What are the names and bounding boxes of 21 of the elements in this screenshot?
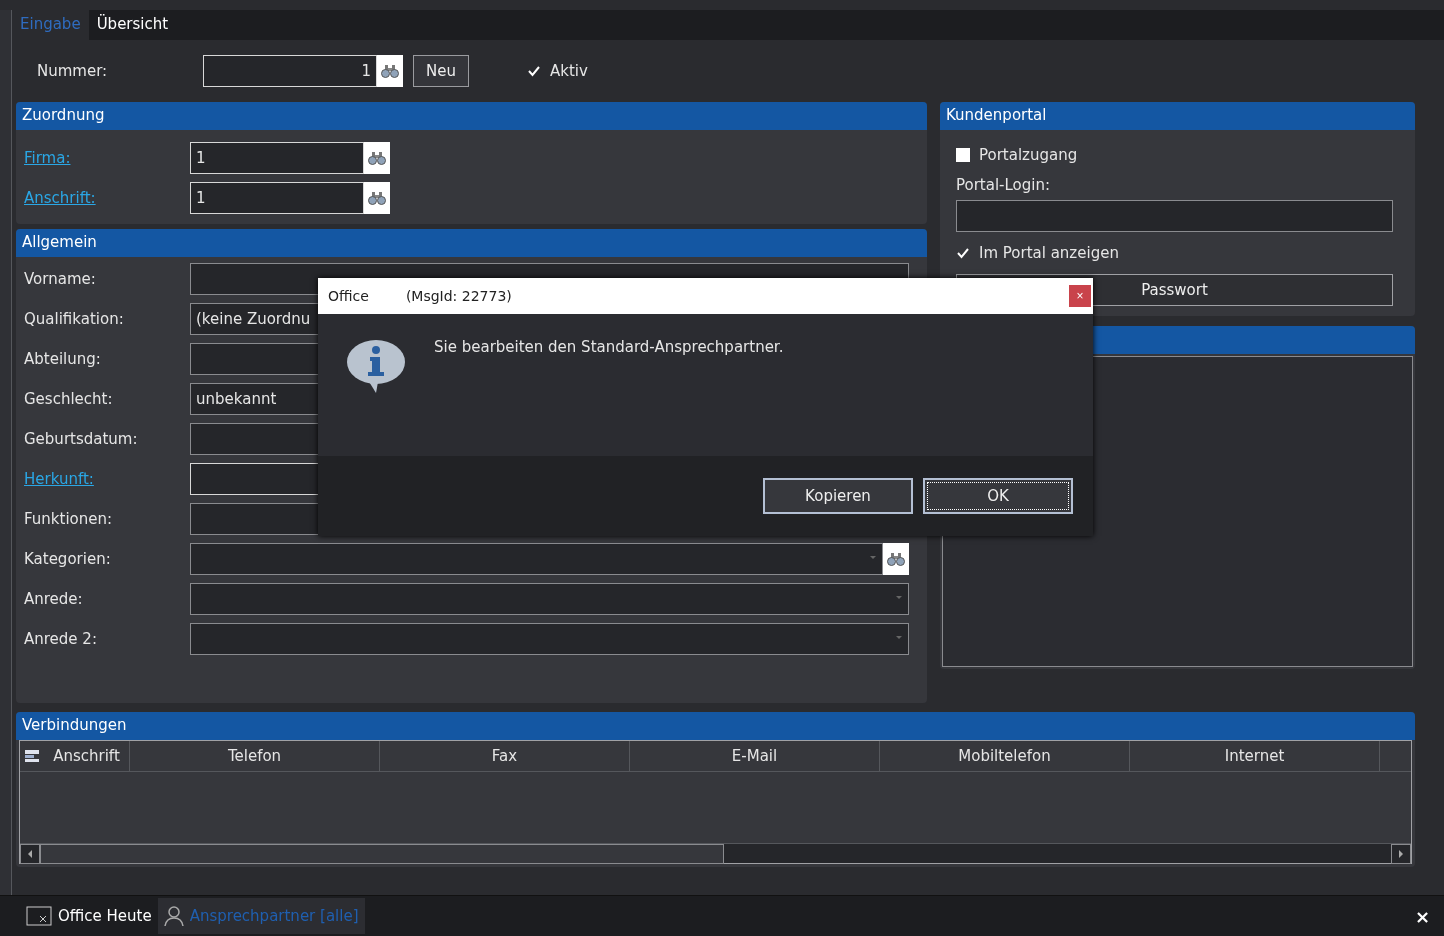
field-label: Geschlecht: <box>24 390 114 408</box>
field-label: Abteilung: <box>24 350 102 368</box>
field-label: Funktionen: <box>24 510 114 528</box>
checkbox-label: Portalzugang <box>979 146 1078 164</box>
section-header: Allgemein <box>16 229 927 257</box>
section-header: Kundenportal <box>940 102 1415 130</box>
field-label: Anrede 2: <box>24 630 98 648</box>
field-label: Vorname: <box>24 270 97 288</box>
section-header: Zuordnung <box>16 102 927 130</box>
dialog-title: Office <box>328 288 369 304</box>
field-label: Portal-Login: <box>956 176 1052 194</box>
checkbox-label: Aktiv <box>549 62 588 80</box>
message-id: (MsgId: 22773) <box>405 288 512 304</box>
section-header: Verbindungen <box>16 712 1415 740</box>
dialog-message: Sie bearbeiten den Standard-Ansprechpartner. <box>434 338 784 358</box>
checkbox-label: Im Portal anzeigen <box>979 244 1119 262</box>
field-label: Kategorien: <box>24 550 112 568</box>
field-label: Anrede: <box>24 590 84 608</box>
field-label: Qualifikation: <box>24 310 125 328</box>
field-label: Geburtsdatum: <box>24 430 139 448</box>
field-label: Nummer: <box>37 62 109 80</box>
